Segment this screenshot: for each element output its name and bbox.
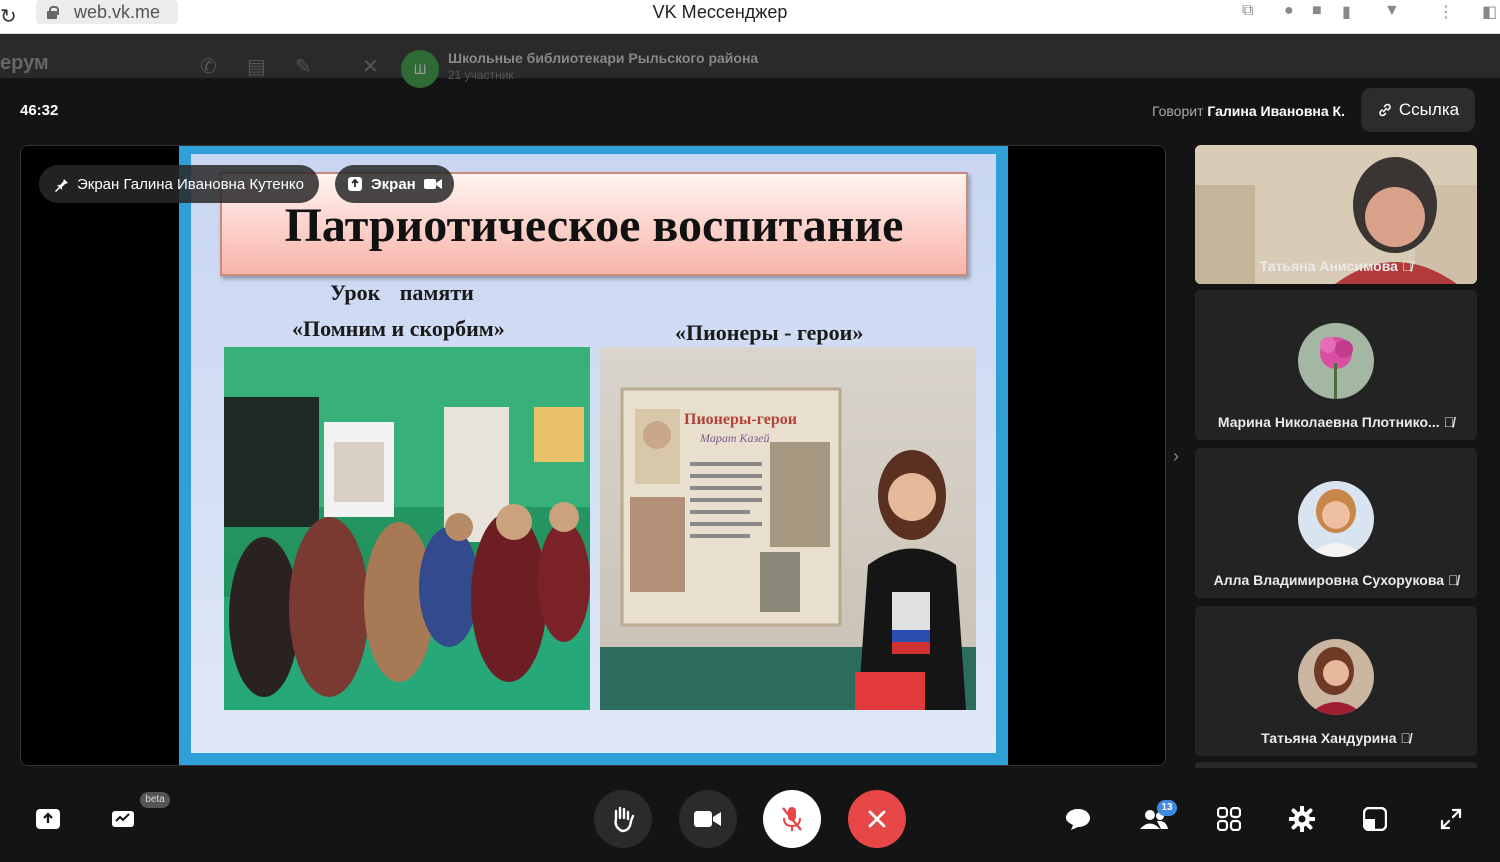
participant-name: Татьяна Хандурина 🎙̸ [1261,730,1411,746]
picture-in-picture-button[interactable] [1358,802,1392,836]
screen-share-stage[interactable]: Патриотическое воспитание Урок памяти «П… [20,145,1166,766]
muted-mic-icon: 🎙̸ [1401,258,1413,274]
microphone-toggle-button[interactable] [763,790,821,848]
copy-link-label: Ссылка [1398,100,1460,119]
participant-name: Марина Николаевна Плотнико... 🎙̸ [1217,414,1455,430]
browser-toolbar: ↻ web.vk.me VK Мессенджер ⧉ ● ■ ▮ ▼ ⋮ ◧ [0,0,1500,34]
active-speaker: Говорит Галина Ивановна К. [1152,103,1345,119]
pip-icon [1363,807,1387,831]
extensions-icon[interactable]: ◧ [1482,2,1497,22]
avatar [1298,481,1374,557]
archive-icon[interactable]: ▤ [247,54,266,79]
settings-button[interactable] [1285,802,1319,836]
muted-mic-icon: 🎙̸ [1443,414,1455,430]
chevron-right-icon[interactable]: › [1173,446,1179,467]
slide-caption-left-2: «Помним и скорбим» [292,316,505,341]
app-brand: ерум [0,52,49,74]
participant-name: Алла Владимировна Сухорукова 🎙̸ [1213,572,1459,588]
chat-subtitle: 21 участник [448,68,514,82]
slide-caption-left-1: Урок памяти [330,280,474,305]
mic-icon[interactable]: ▮ [1342,2,1351,22]
participant-tile-1[interactable]: Татьяна Анисимова 🎙̸ [1195,145,1477,284]
participant-tile-2[interactable]: Марина Николаевна Плотнико... 🎙̸ [1195,290,1477,440]
whiteboard-button[interactable] [107,802,141,836]
muted-mic-icon: 🎙̸ [1447,572,1459,588]
slide-title: Патриотическое воспитание [220,172,968,276]
speaking-label: Говорит [1151,103,1204,119]
close-icon[interactable]: ✕ [362,54,379,79]
video-icon [423,179,442,189]
avatar [1298,323,1374,399]
call-timer: 46:32 [20,102,59,119]
camera-icon[interactable]: ■ [1312,2,1322,20]
chat-button[interactable] [1061,802,1095,836]
poster-title: Пионеры-герои [684,411,797,428]
muted-mic-icon [782,807,802,831]
presentation-slide: Патриотическое воспитание Урок памяти «П… [179,146,1008,765]
messenger-header: ерум ✆ ▤ ✎ ✕ Ш Школьные библиотекари Рыл… [0,34,1500,88]
call-icon[interactable]: ✆ [200,54,217,79]
participant-tile-4[interactable]: Татьяна Хандурина 🎙̸ [1195,606,1477,756]
share-screen-icon [36,809,60,829]
expand-icon [1440,808,1462,830]
slide-caption-right: «Пионеры - герои» [675,320,864,345]
pinned-screen-chip[interactable]: Экран Галина Ивановна Кутенко [39,165,319,203]
avatar [1298,639,1374,715]
participants-count-badge: 13 [1157,800,1177,816]
location-icon[interactable]: ● [1284,2,1294,20]
pinned-screen-label: Экран Галина Ивановна Кутенко [77,175,304,193]
speaking-name: Галина Ивановна К. [1207,103,1345,119]
camera-toggle-button[interactable] [679,790,737,848]
share-screen-button[interactable] [31,802,65,836]
pioneers-photo: Пионеры-герои Марат Казей [600,347,976,710]
grid-icon [1217,807,1241,831]
translate-icon[interactable]: ⧉ [1242,2,1253,20]
screen-share-icon [348,177,362,191]
bookmark-icon[interactable]: ▼ [1384,2,1400,20]
pin-icon [55,177,68,192]
gear-icon [1289,806,1315,832]
screen-chip-label: Экран [371,175,416,193]
compose-icon[interactable]: ✎ [295,54,312,79]
menu-icon[interactable]: ⋮ [1438,2,1454,22]
camera-icon [694,811,721,827]
poster-subtitle: Марат Казей [700,431,770,445]
end-call-button[interactable] [848,790,906,848]
page-title: VK Мессенджер [652,2,788,22]
raise-hand-icon [614,806,635,833]
screen-chip[interactable]: Экран [335,165,454,203]
participant-name: Татьяна Анисимова 🎙̸ [1259,258,1413,274]
close-icon [868,810,886,828]
copy-link-button[interactable]: Ссылка [1361,88,1475,132]
whiteboard-icon [112,811,134,827]
link-icon [1379,103,1391,117]
classroom-photo [224,347,590,710]
muted-mic-icon: 🎙̸ [1400,730,1411,746]
chat-title[interactable]: Школьные библиотекари Рыльского района [448,50,758,66]
chat-icon [1066,809,1090,830]
chat-avatar[interactable]: Ш [401,50,439,88]
beta-badge: beta [140,792,170,808]
participant-tile-partial [1195,762,1477,768]
participant-tile-3[interactable]: Алла Владимировна Сухорукова 🎙̸ [1195,448,1477,598]
fullscreen-button[interactable] [1434,802,1468,836]
grid-layout-button[interactable] [1212,802,1246,836]
raise-hand-button[interactable] [594,790,652,848]
